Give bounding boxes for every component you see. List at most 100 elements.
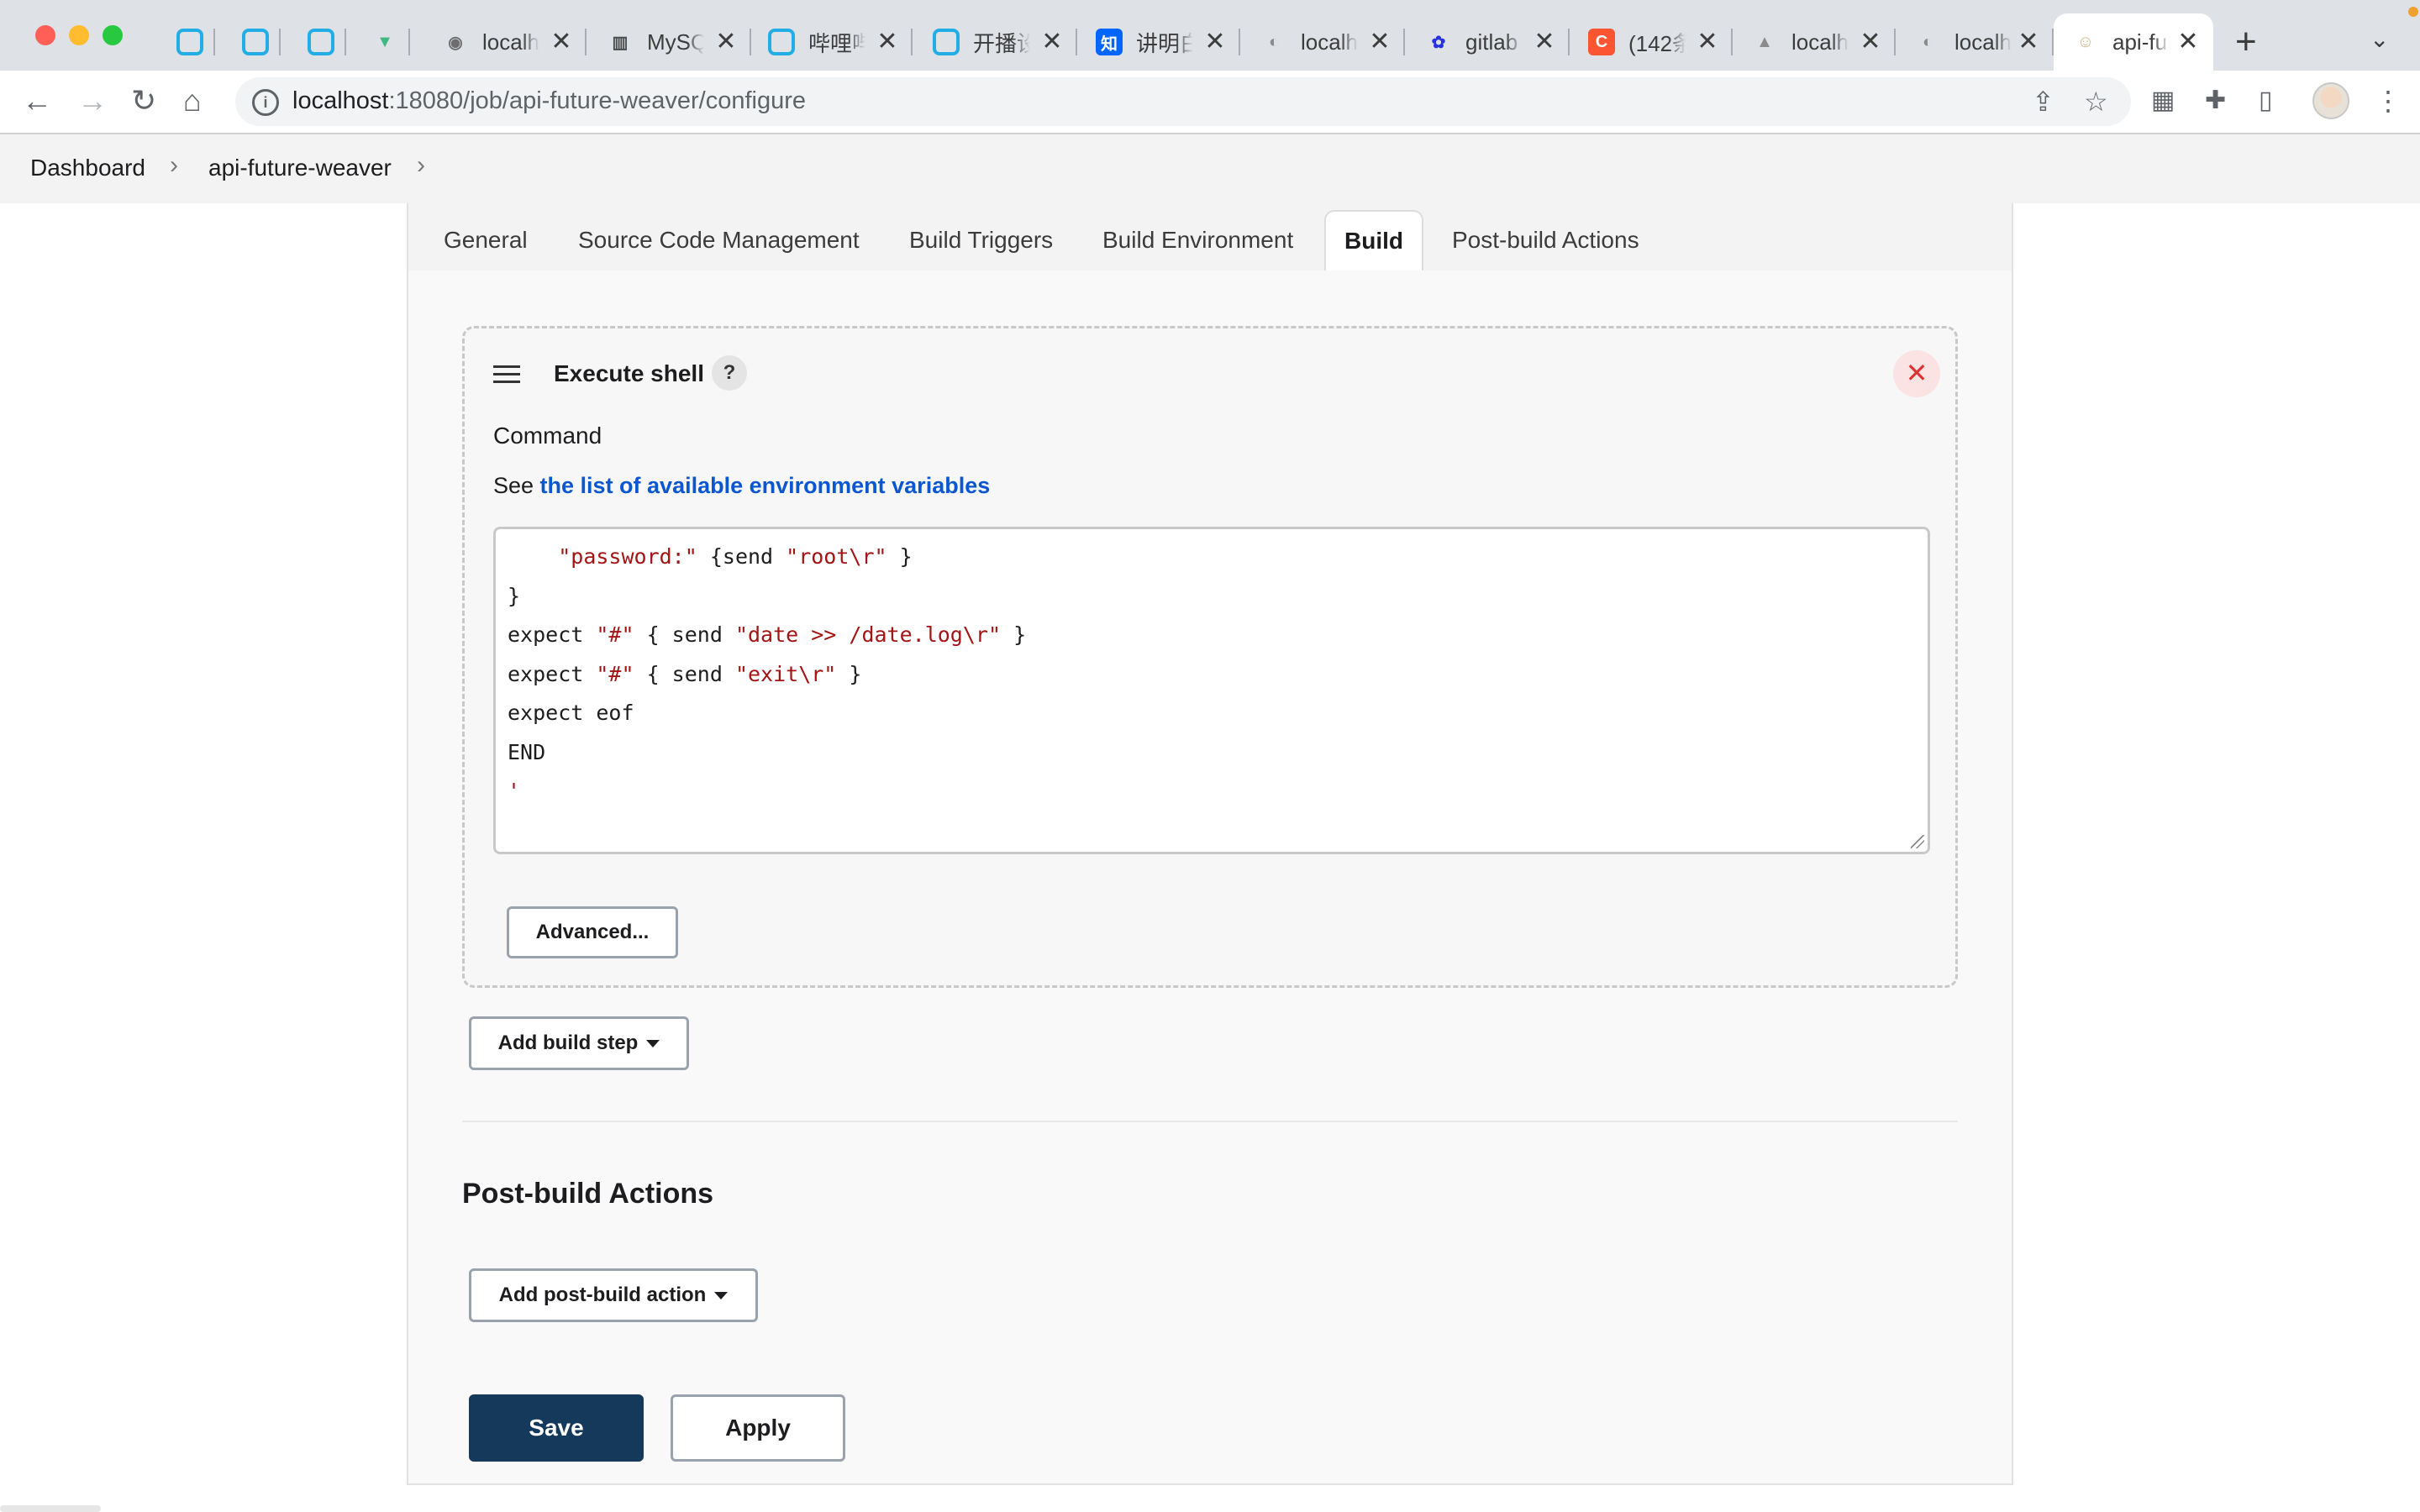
- tab-build[interactable]: Build: [1324, 210, 1423, 270]
- browser-tab[interactable]: 知讲明白 ✕: [1077, 13, 1240, 71]
- code-line: expect "#" { send "exit\r" }: [508, 660, 1928, 700]
- url-host: localhost: [292, 87, 389, 114]
- octocat-icon: ◉: [448, 33, 463, 52]
- browser-tab[interactable]: C (142条 ✕: [1570, 13, 1733, 71]
- tab-build-triggers[interactable]: Build Triggers: [909, 227, 1053, 254]
- caret-down-icon: [646, 1040, 660, 1048]
- share-icon[interactable]: ⇪: [2032, 86, 2054, 118]
- gitlab-fox-icon: ▲: [1756, 32, 1773, 51]
- browser-tab-strip: ▼ ◉ localh ✕ ▥ MySQ ✕ 哔哩哔 ✕ 开播设 ✕ 知讲明白 ✕ ◐ localh ✕ ✿ git…: [0, 0, 2420, 71]
- browser-tab-title: 开播设: [973, 30, 1030, 56]
- tab-general[interactable]: General: [444, 227, 528, 254]
- help-icon[interactable]: ?: [712, 355, 747, 391]
- code-token: expect: [508, 622, 597, 647]
- env-variables-link[interactable]: the list of available environment variab…: [540, 473, 991, 498]
- code-token: END: [508, 739, 546, 764]
- horizontal-scrollbar[interactable]: [0, 1505, 101, 1512]
- tab-close-icon[interactable]: ✕: [1202, 29, 1228, 55]
- code-line: expect eof: [508, 699, 1928, 738]
- breadcrumb-job[interactable]: api-future-weaver: [208, 155, 392, 181]
- notification-dot: [2408, 7, 2418, 17]
- tab-close-icon[interactable]: ✕: [1531, 29, 1558, 55]
- drag-handle-icon[interactable]: [493, 365, 520, 388]
- address-bar[interactable]: i localhost:18080/job/api-future-weaver/…: [235, 77, 2131, 126]
- code-string: "exit\r": [734, 661, 837, 686]
- add-build-step-button[interactable]: Add build step: [469, 1016, 689, 1070]
- add-post-build-action-button[interactable]: Add post-build action: [469, 1268, 758, 1322]
- new-tab-button[interactable]: +: [2235, 20, 2257, 64]
- tab-post-build-actions[interactable]: Post-build Actions: [1452, 227, 1639, 254]
- browser-tab-title: 讲明白: [1136, 30, 1193, 56]
- window-close-button[interactable]: [35, 25, 55, 45]
- code-token: { send: [634, 622, 735, 647]
- profile-avatar[interactable]: [2312, 82, 2349, 119]
- code-line: ': [508, 777, 1928, 816]
- command-label: Command: [493, 423, 602, 449]
- browser-tab[interactable]: 开播设 ✕: [914, 13, 1077, 71]
- side-panel-icon[interactable]: ▯: [2259, 82, 2273, 119]
- code-string: "#": [596, 622, 634, 647]
- command-textarea[interactable]: "password:" {send "root\r" }} expect "#" …: [493, 527, 1930, 854]
- step-title: Execute shell: [554, 360, 704, 386]
- breadcrumb-dashboard[interactable]: Dashboard: [30, 155, 145, 181]
- gitlab-icon: ◐: [1268, 32, 1280, 51]
- forward-arrow-icon[interactable]: →: [77, 82, 108, 119]
- env-hint-prefix: See: [493, 473, 540, 498]
- browser-tab[interactable]: ▼: [360, 13, 410, 71]
- code-string: "#": [596, 661, 634, 686]
- home-icon[interactable]: ⌂: [183, 82, 202, 119]
- browser-tab[interactable]: [230, 13, 281, 71]
- breadcrumb-separator-icon[interactable]: ›: [417, 151, 425, 180]
- tab-close-icon[interactable]: ✕: [1366, 29, 1393, 55]
- bilibili-tv-icon: [176, 29, 203, 55]
- bookmark-star-icon[interactable]: ☆: [2084, 86, 2108, 118]
- reload-icon[interactable]: ↻: [131, 82, 156, 119]
- tab-close-icon[interactable]: ✕: [2015, 29, 2042, 55]
- browser-toolbar: ← → ↻ ⌂ i localhost:18080/job/api-future…: [0, 71, 2420, 134]
- browser-tab[interactable]: ▥ MySQ ✕: [588, 13, 751, 71]
- advanced-button[interactable]: Advanced...: [507, 906, 678, 958]
- window-zoom-button[interactable]: [103, 25, 123, 45]
- browser-tab-title: localh: [1301, 29, 1358, 55]
- site-info-icon[interactable]: i: [252, 89, 279, 116]
- puzzle-extensions-icon[interactable]: ✚: [2205, 82, 2226, 119]
- tab-source-code-management[interactable]: Source Code Management: [578, 227, 860, 254]
- browser-tab[interactable]: ▲ localh ✕: [1733, 13, 1896, 71]
- bilibili-tv-icon: [768, 29, 795, 55]
- tab-build-environment[interactable]: Build Environment: [1102, 227, 1293, 254]
- window-minimize-button[interactable]: [69, 25, 89, 45]
- browser-tab[interactable]: ✿ gitlab ✕: [1407, 13, 1570, 71]
- browser-tab[interactable]: ◉ localh ✕: [424, 13, 587, 71]
- browser-tab[interactable]: [296, 13, 346, 71]
- bilibili-tv-icon: [933, 29, 960, 55]
- tab-search-chevron-icon[interactable]: ⌄: [2370, 25, 2389, 53]
- resize-handle-icon[interactable]: [1911, 835, 1924, 848]
- post-build-section-title: Post-build Actions: [462, 1178, 714, 1210]
- tab-close-icon[interactable]: ✕: [2175, 29, 2202, 55]
- chrome-menu-icon[interactable]: ⋮: [2375, 82, 2402, 119]
- browser-tab[interactable]: 哔哩哔 ✕: [750, 13, 913, 71]
- save-button[interactable]: Save: [469, 1394, 644, 1462]
- tab-close-icon[interactable]: ✕: [1039, 29, 1065, 55]
- code-token: {send: [697, 544, 786, 569]
- browser-tab[interactable]: ◐ localh ✕: [1896, 13, 2054, 71]
- bilibili-tv-icon: [308, 29, 334, 55]
- browser-tab[interactable]: ◐ localh ✕: [1242, 13, 1405, 71]
- apply-button[interactable]: Apply: [671, 1394, 845, 1462]
- breadcrumb: Dashboard › api-future-weaver ›: [0, 134, 2420, 203]
- back-arrow-icon[interactable]: ←: [22, 82, 52, 119]
- tab-close-icon[interactable]: ✕: [1694, 29, 1721, 55]
- tab-close-icon[interactable]: ✕: [874, 29, 901, 55]
- address-url[interactable]: localhost:18080/job/api-future-weaver/co…: [292, 87, 806, 115]
- tab-close-icon[interactable]: ✕: [548, 29, 575, 55]
- delete-step-close-icon[interactable]: ✕: [1893, 350, 1940, 397]
- extension-card-icon[interactable]: ▦: [2151, 82, 2175, 119]
- browser-tab[interactable]: ☺ api-fu ✕: [2054, 13, 2213, 71]
- bilibili-tv-icon: [242, 29, 269, 55]
- tab-close-icon[interactable]: ✕: [1857, 29, 1884, 55]
- browser-tab[interactable]: [165, 13, 215, 71]
- code-line: END: [508, 738, 1928, 778]
- code-token: expect eof: [508, 701, 634, 725]
- code-token: expect: [508, 661, 597, 686]
- tab-close-icon[interactable]: ✕: [713, 29, 739, 55]
